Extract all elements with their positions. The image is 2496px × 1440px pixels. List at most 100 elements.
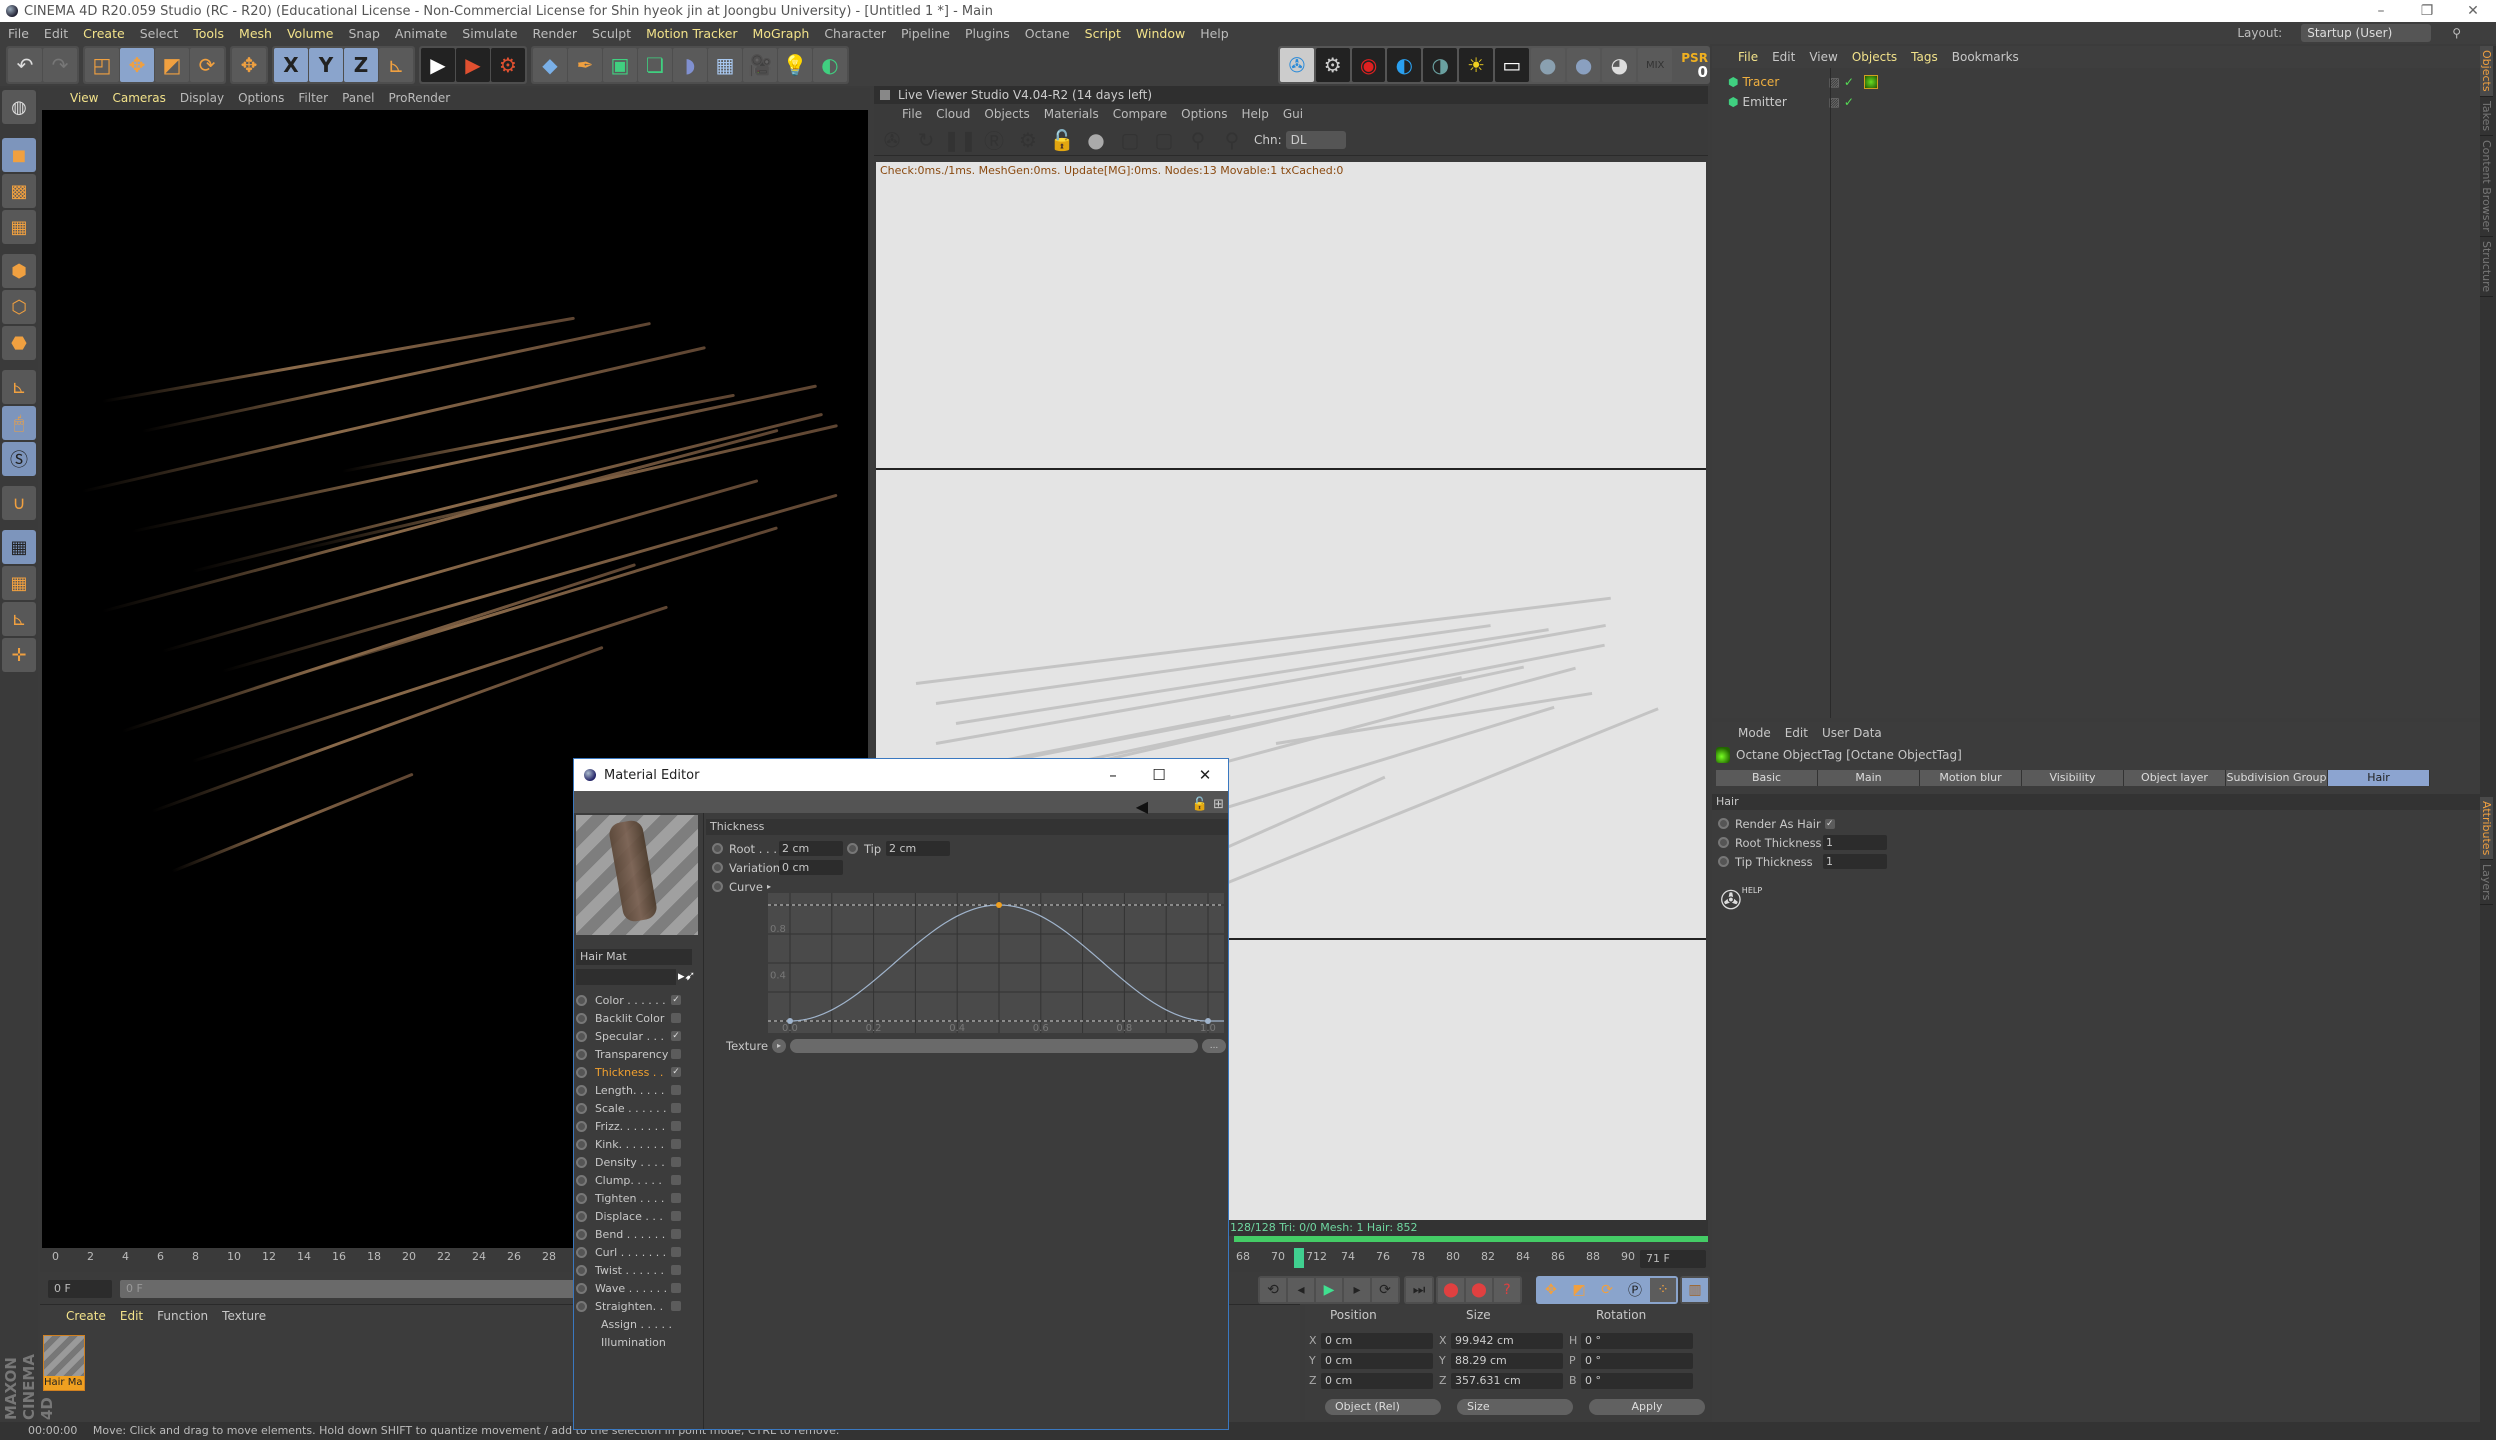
channel-checkbox[interactable] (671, 1103, 681, 1113)
object-name[interactable]: Tracer (1742, 75, 1812, 89)
camera-icon[interactable]: 🎥 (743, 48, 777, 82)
apply-button[interactable]: Apply (1589, 1399, 1705, 1415)
channel-row[interactable]: Backlit Color (576, 1009, 702, 1027)
live-viewer-menu-options[interactable]: Options (1181, 107, 1227, 121)
channel-select[interactable]: DL (1285, 130, 1346, 149)
channel-checkbox[interactable]: ✓ (671, 1067, 681, 1077)
close-button[interactable]: ✕ (2450, 0, 2496, 22)
pen-spline-icon[interactable]: ✒ (568, 48, 602, 82)
timeline-window-icon[interactable]: ▥ (1682, 1278, 1708, 1302)
channel-row[interactable]: Clump. . . . . (576, 1171, 702, 1189)
animate-radio[interactable] (576, 1174, 587, 1186)
rotate-tool-icon[interactable]: ⟳ (190, 48, 224, 82)
new-window-icon[interactable]: ⊞ (1213, 797, 1224, 812)
subdivision-surface-icon[interactable]: ▣ (603, 48, 637, 82)
octane-diffuse-mat-icon[interactable]: ● (1530, 48, 1565, 82)
viewport-menu-filter[interactable]: Filter (298, 91, 328, 105)
parameter-track-icon[interactable]: Ⓟ (1622, 1278, 1648, 1302)
render-picture-viewer-icon[interactable]: ▶ (456, 48, 490, 82)
menu-motion-tracker[interactable]: Motion Tracker (646, 26, 737, 41)
animate-radio[interactable] (576, 1156, 587, 1168)
thickness-curve-editor[interactable]: 0.0 0.2 0.4 0.6 0.8 1.0 0.4 0.8 (768, 893, 1224, 1033)
variation-field[interactable]: 0 cm (779, 860, 843, 875)
channel-checkbox[interactable] (671, 1193, 681, 1203)
snapping-icon[interactable]: ∪ (2, 486, 36, 520)
menu-snap[interactable]: Snap (348, 26, 379, 41)
layout-select[interactable]: Startup (User) (2301, 24, 2432, 42)
channel-checkbox[interactable] (671, 1049, 681, 1059)
tab-object-layer[interactable]: Object layer (2124, 770, 2226, 786)
side-tab-takes[interactable]: Takes (2480, 97, 2493, 136)
settings-gear-icon[interactable]: ⚙ (1016, 128, 1040, 152)
menu-octane[interactable]: Octane (1025, 26, 1070, 41)
goto-end-icon[interactable]: ⟳ (1372, 1278, 1398, 1302)
animate-radio[interactable] (576, 1210, 587, 1222)
coordinate-mode-select[interactable]: Object (Rel) (1325, 1399, 1441, 1415)
octane-settings-icon[interactable]: ⚙ (1315, 48, 1350, 82)
tip-thickness-field[interactable]: 1 (1823, 854, 1887, 869)
viewport-menu-view[interactable]: View (70, 91, 98, 105)
channel-label[interactable]: Color . . . . . . (595, 994, 671, 1007)
octane-help-icon[interactable]: ✇HELP (1720, 886, 1762, 916)
minimize-button[interactable]: – (2358, 0, 2404, 22)
channel-row[interactable]: Frizz. . . . . . . (576, 1117, 702, 1135)
frame-slider[interactable]: 0 F (120, 1280, 610, 1298)
side-tab-objects[interactable]: Objects (2480, 46, 2493, 97)
array-generator-icon[interactable]: ❏ (638, 48, 672, 82)
points-mode-icon[interactable]: ⬢ (2, 254, 36, 288)
rotation-track-icon[interactable]: ⟳ (1594, 1278, 1620, 1302)
side-tab-content-browser[interactable]: Content Browser (2480, 136, 2493, 237)
rotation-p-field[interactable]: 0 ° (1581, 1353, 1693, 1369)
menu-help[interactable]: Help (1200, 26, 1229, 41)
live-viewer-menu-objects[interactable]: Objects (984, 107, 1029, 121)
material-menu-texture[interactable]: Texture (222, 1309, 266, 1323)
animate-radio[interactable] (576, 1084, 587, 1096)
play-icon[interactable]: ▶ (1316, 1278, 1342, 1302)
position-y-field[interactable]: 0 cm (1321, 1353, 1433, 1369)
material-picker-icon[interactable]: ⚲ (1220, 128, 1244, 152)
object-menu-file[interactable]: File (1738, 50, 1758, 64)
animate-radio[interactable] (576, 1120, 587, 1132)
menu-mograph[interactable]: MoGraph (753, 26, 810, 41)
position-track-icon[interactable]: ✥ (1538, 1278, 1564, 1302)
octane-daylight-icon[interactable]: ◐ (1387, 48, 1422, 82)
quantize-icon[interactable]: ✛ (2, 638, 36, 672)
animate-radio[interactable] (576, 1138, 587, 1150)
material-thumbnail[interactable]: Hair Ma (43, 1335, 85, 1391)
octane-mix-mat-icon[interactable]: MIX (1638, 48, 1673, 82)
object-menu-edit[interactable]: Edit (1772, 50, 1795, 64)
move-tool-icon[interactable]: ✥ (120, 48, 154, 82)
size-y-field[interactable]: 88.29 cm (1451, 1353, 1563, 1369)
coordinate-system-icon[interactable]: ⊾ (379, 48, 413, 82)
size-x-field[interactable]: 99.942 cm (1451, 1333, 1563, 1349)
channel-checkbox[interactable] (671, 1157, 681, 1167)
animate-radio[interactable] (576, 1048, 587, 1060)
live-viewer-menu-help[interactable]: Help (1241, 107, 1268, 121)
object-menu-bookmarks[interactable]: Bookmarks (1952, 50, 2019, 64)
texture-slot[interactable] (790, 1039, 1198, 1053)
channel-row[interactable]: Tighten . . . . (576, 1189, 702, 1207)
channel-checkbox[interactable] (671, 1175, 681, 1185)
maximize-button[interactable]: ☐ (1136, 759, 1182, 791)
object-menu-tags[interactable]: Tags (1911, 50, 1938, 64)
channel-row[interactable]: Density . . . . (576, 1153, 702, 1171)
channel-checkbox[interactable]: ✓ (671, 1031, 681, 1041)
workplane-align-icon[interactable]: ▦ (2, 566, 36, 600)
size-mode-select[interactable]: Size (1457, 1399, 1573, 1415)
menu-plugins[interactable]: Plugins (965, 26, 1010, 41)
y-axis-lock-button[interactable]: Y (309, 48, 343, 82)
enabled-check-icon[interactable]: ✓ (1844, 95, 1854, 109)
menu-edit[interactable]: Edit (44, 26, 68, 41)
clay-mode-icon[interactable]: ▢ (1118, 128, 1142, 152)
live-viewer-menu-materials[interactable]: Materials (1044, 107, 1099, 121)
channel-row[interactable]: Displace . . . (576, 1207, 702, 1225)
tweak-mode-icon[interactable]: 🖱 (2, 406, 36, 440)
deformer-bend-icon[interactable]: ◗ (673, 48, 707, 82)
tab-visibility[interactable]: Visibility (2022, 770, 2124, 786)
tab-subdivision-group[interactable]: Subdivision Group (2226, 770, 2328, 786)
texture-mode-icon[interactable]: ▩ (2, 174, 36, 208)
live-viewer-menu-cloud[interactable]: Cloud (936, 107, 970, 121)
prev-frame-icon[interactable]: ◂ (1288, 1278, 1314, 1302)
menu-simulate[interactable]: Simulate (462, 26, 517, 41)
animate-radio[interactable] (576, 1102, 587, 1114)
